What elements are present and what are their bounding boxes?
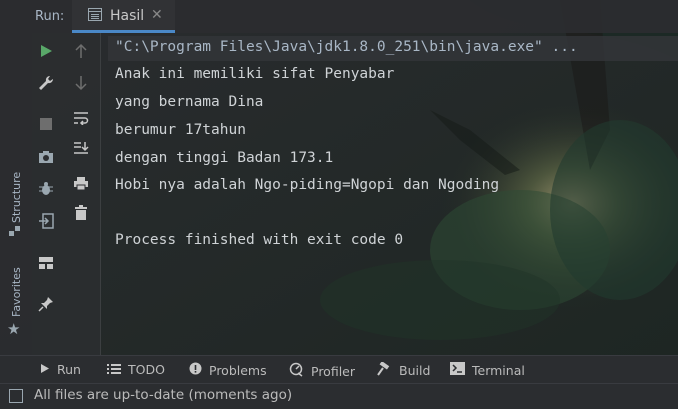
profiler-icon: [289, 362, 304, 380]
console-line-command: "C:\Program Files\Java\jdk1.8.0_251\bin\…: [115, 39, 578, 55]
hammer-icon: [377, 361, 392, 379]
ide-window: Run: Hasil ✕ Structure Favorites ★ "C:\P…: [0, 0, 678, 409]
run-tool-button[interactable]: Run: [40, 362, 81, 377]
profiler-tool-button[interactable]: Profiler: [289, 362, 355, 380]
left-side-strip: Structure Favorites ★: [0, 33, 32, 355]
todo-tool-label: TODO: [128, 362, 165, 377]
status-bar: All files are up-to-date (moments ago): [0, 383, 678, 409]
arrow-up-icon: [75, 43, 87, 58]
window-toggle-icon[interactable]: [9, 389, 23, 403]
camera-icon: [39, 151, 53, 163]
favorites-label[interactable]: Favorites: [10, 267, 23, 317]
problems-tool-label: Problems: [209, 362, 267, 378]
arrow-down-icon: [75, 76, 87, 91]
list-icon: [107, 362, 121, 377]
pin-button[interactable]: [35, 293, 57, 315]
settings-button[interactable]: [35, 72, 57, 94]
run-label: Run:: [35, 9, 65, 24]
pin-icon: [38, 297, 53, 312]
tab-hasil-label: Hasil: [110, 8, 145, 24]
console-tab-icon: [88, 8, 102, 21]
star-icon[interactable]: ★: [7, 320, 20, 338]
play-icon: [41, 45, 52, 57]
structure-icon[interactable]: [8, 225, 22, 239]
run-toolbar-primary: [32, 33, 62, 355]
stop-icon: [40, 118, 52, 130]
scroll-to-end-icon: [74, 142, 89, 154]
console-line-exit-status: Process finished with exit code 0: [115, 232, 404, 248]
terminal-tool-label: Terminal: [472, 362, 525, 378]
console-line: Hobi nya adalah Ngo-piding=Ngopi dan Ngo…: [115, 177, 500, 193]
structure-label[interactable]: Structure: [10, 172, 23, 223]
printer-icon: [74, 176, 88, 190]
info-icon: [189, 362, 202, 378]
print-button[interactable]: [70, 172, 92, 194]
stop-button[interactable]: [35, 113, 57, 135]
problems-tool-button[interactable]: Problems: [189, 362, 267, 378]
build-tool-button[interactable]: Build: [377, 361, 431, 379]
terminal-tool-button[interactable]: Terminal: [450, 362, 525, 378]
console-line: berumur 17tahun: [115, 122, 246, 138]
run-tool-window-header: Run: Hasil ✕: [0, 0, 678, 33]
wrench-icon: [39, 75, 54, 90]
console-line: dengan tinggi Badan 173.1: [115, 150, 334, 166]
trash-icon: [75, 205, 87, 220]
debug-button[interactable]: [35, 178, 57, 200]
dump-threads-button[interactable]: [35, 146, 57, 168]
todo-tool-button[interactable]: TODO: [107, 362, 165, 377]
exit-button[interactable]: [35, 210, 57, 232]
up-stack-button[interactable]: [70, 40, 92, 62]
status-text: All files are up-to-date (moments ago): [34, 387, 293, 403]
play-icon: [40, 362, 50, 377]
build-tool-label: Build: [399, 363, 431, 378]
clear-all-button[interactable]: [70, 202, 92, 224]
exit-icon: [39, 213, 54, 229]
scroll-to-end-button[interactable]: [70, 137, 92, 159]
soft-wrap-button[interactable]: [70, 107, 92, 129]
layout-icon: [39, 257, 53, 269]
run-tool-label: Run: [57, 362, 81, 377]
console-output[interactable]: "C:\Program Files\Java\jdk1.8.0_251\bin\…: [100, 33, 678, 355]
rerun-button[interactable]: [35, 40, 57, 62]
profiler-tool-label: Profiler: [311, 363, 356, 379]
soft-wrap-icon: [74, 112, 89, 125]
tool-window-bar: Run TODO Problems Profiler Build Termina…: [0, 355, 678, 384]
run-toolbar-secondary: [62, 33, 101, 355]
down-stack-button[interactable]: [70, 72, 92, 94]
console-line: Anak ini memiliki sifat Penyabar: [115, 66, 395, 82]
tab-hasil[interactable]: Hasil ✕: [72, 0, 175, 33]
terminal-icon: [450, 362, 465, 378]
layout-button[interactable]: [35, 252, 57, 274]
bug-icon: [39, 182, 53, 195]
close-icon[interactable]: ✕: [151, 7, 163, 23]
console-line: yang bernama Dina: [115, 94, 264, 110]
